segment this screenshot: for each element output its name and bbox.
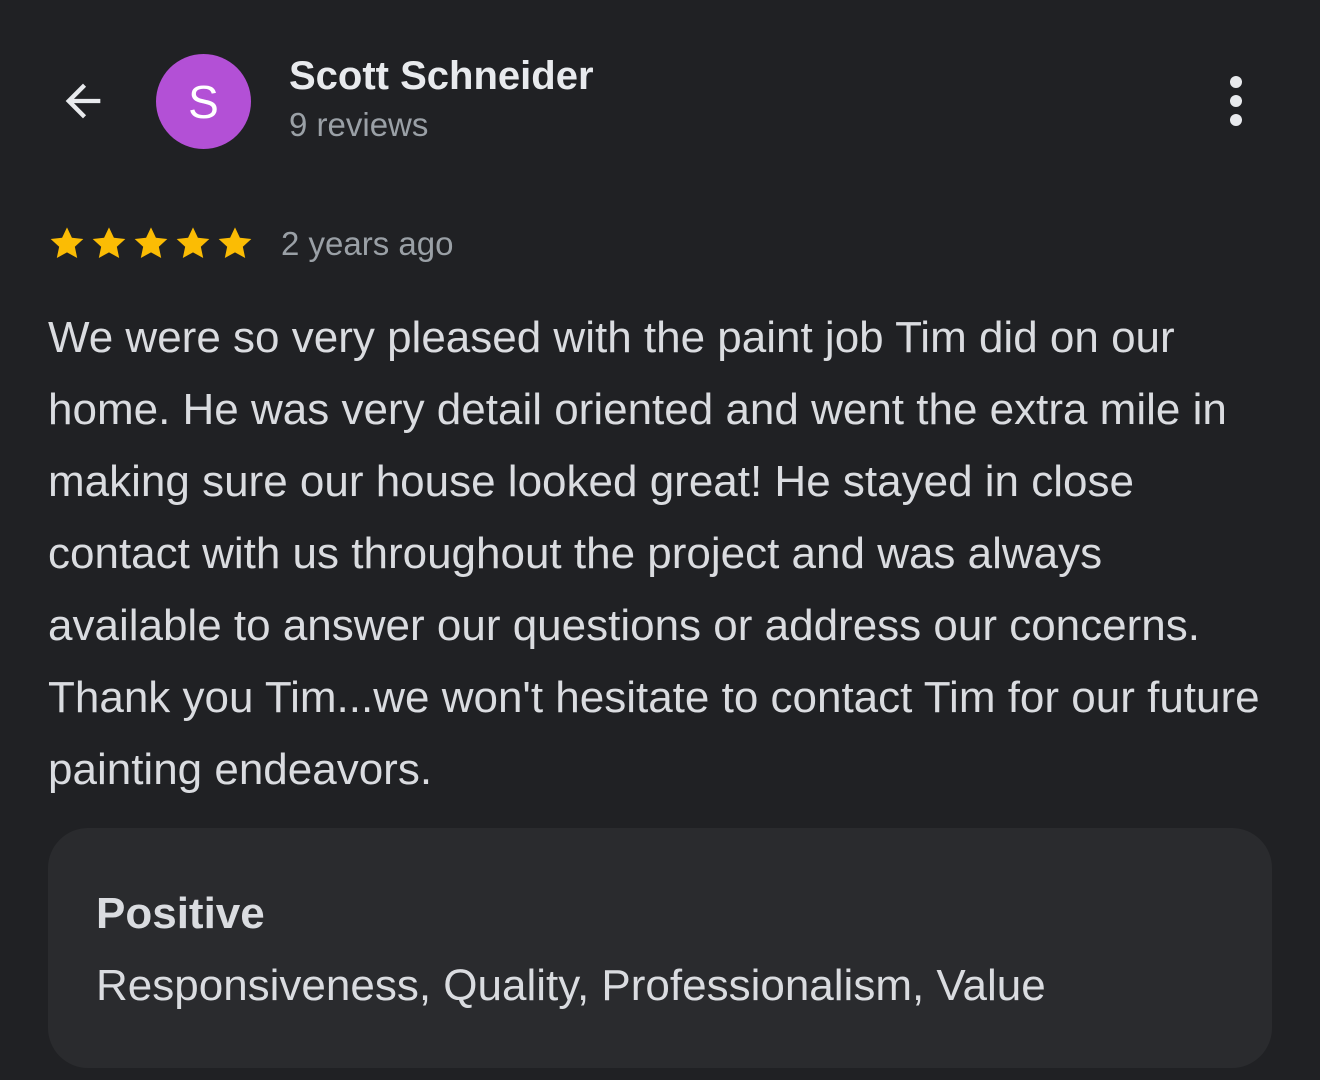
highlights-title: Positive <box>96 889 265 938</box>
reviewer-header: S Scott Schneider 9 reviews <box>0 0 1320 200</box>
back-button[interactable] <box>50 70 116 136</box>
star-icon <box>131 224 171 264</box>
highlights-values: Responsiveness, Quality, Professionalism… <box>96 961 1046 1010</box>
more-vertical-icon <box>1224 73 1248 134</box>
star-icon <box>173 224 213 264</box>
star-rating <box>47 224 257 264</box>
star-icon <box>47 224 87 264</box>
avatar[interactable]: S <box>156 54 251 149</box>
review-text: We were so very pleased with the paint j… <box>48 313 1260 794</box>
highlights-card: Positive Responsiveness, Quality, Profes… <box>48 828 1272 1068</box>
star-icon <box>215 224 255 264</box>
star-icon <box>89 224 129 264</box>
more-options-button[interactable] <box>1206 70 1266 136</box>
rating-row: 2 years ago <box>47 222 453 266</box>
reviewer-name[interactable]: Scott Schneider <box>289 54 594 99</box>
review-count: 9 reviews <box>289 106 429 143</box>
arrow-left-icon <box>57 75 109 132</box>
avatar-initial: S <box>188 75 219 128</box>
review-date: 2 years ago <box>281 225 454 262</box>
